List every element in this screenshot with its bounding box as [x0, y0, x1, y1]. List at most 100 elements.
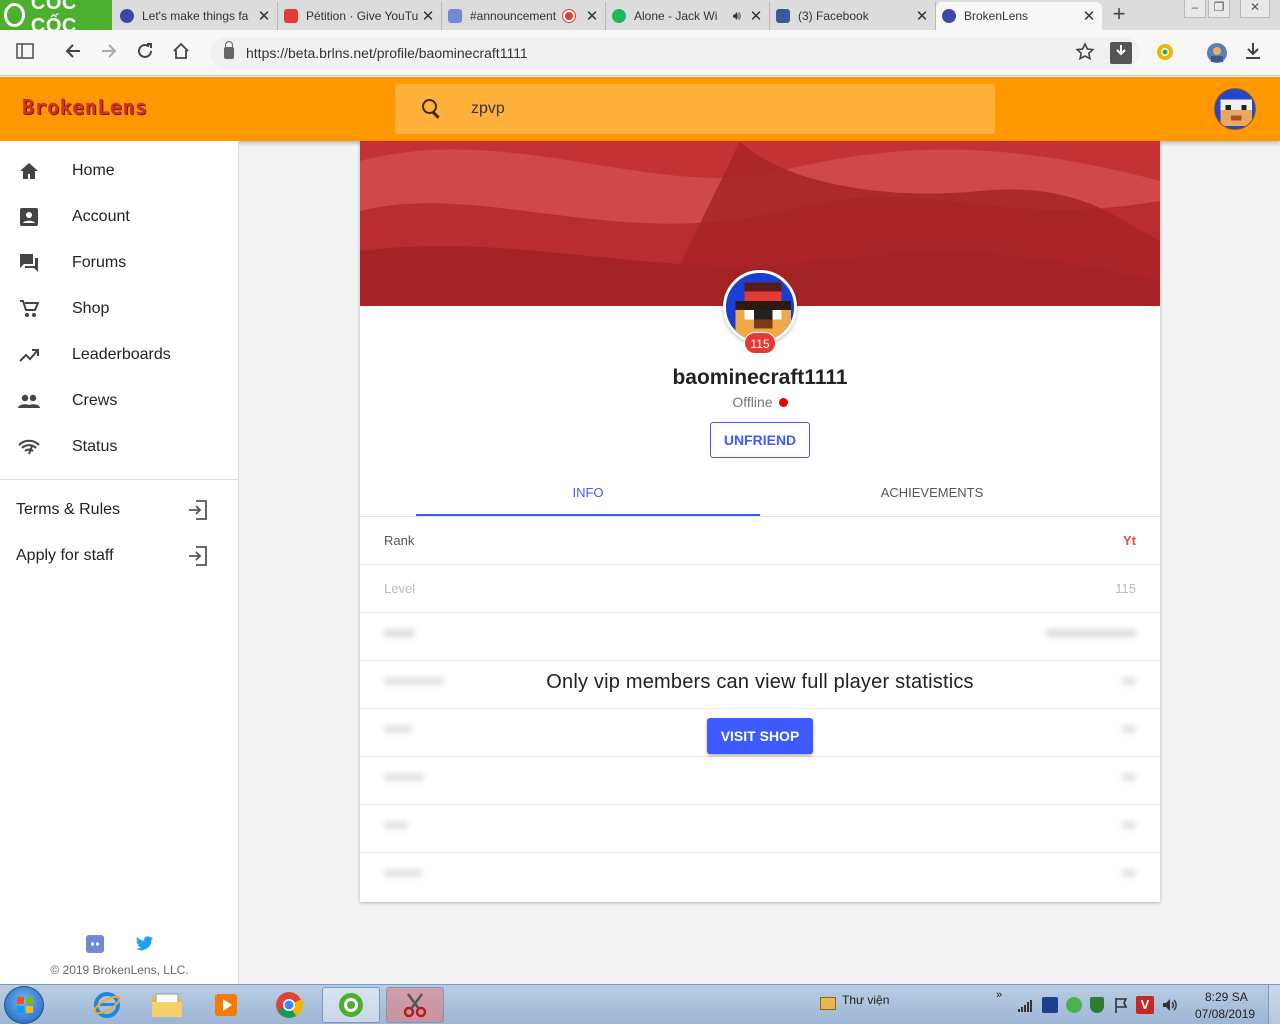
forum-icon	[18, 252, 40, 274]
browser-tab[interactable]: (3) Facebook ✕	[770, 2, 936, 30]
browser-tab[interactable]: Let's make things fa ✕	[114, 2, 278, 30]
status-label: Offline	[732, 394, 773, 410]
browser-brand-tab[interactable]: CỐC CỐC	[0, 0, 112, 37]
minimize-window-icon[interactable]: –	[1184, 0, 1206, 18]
stat-row-hidden	[360, 613, 1160, 661]
media-player-icon[interactable]	[198, 987, 256, 1023]
start-button[interactable]	[4, 986, 44, 1024]
shield-icon[interactable]	[1090, 997, 1104, 1013]
tab-title: BrokenLens	[964, 9, 1029, 23]
sidebar-toggle-icon[interactable]	[14, 42, 36, 64]
tab-achievements[interactable]: ACHIEVEMENTS	[760, 476, 1104, 516]
coccoc-extension-icon[interactable]	[1154, 42, 1176, 64]
tray-app-icon[interactable]	[1042, 997, 1058, 1013]
profile-tabs: INFO ACHIEVEMENTS	[416, 476, 1104, 516]
tab-title: Pétition · Give YouTu	[306, 9, 419, 23]
brokenlens-favicon-icon	[942, 9, 956, 23]
trending-up-icon	[18, 344, 40, 366]
stat-label: Level	[384, 581, 416, 596]
action-center-flag-icon[interactable]	[1114, 997, 1128, 1013]
close-tab-icon[interactable]: ✕	[255, 7, 273, 25]
show-desktop-button[interactable]	[1268, 985, 1280, 1024]
volume-icon[interactable]	[1162, 997, 1178, 1013]
home-browser-icon[interactable]	[170, 42, 192, 64]
sidebar-item-status[interactable]: Status	[0, 424, 239, 470]
internet-explorer-icon[interactable]	[78, 987, 136, 1023]
chrome-icon[interactable]	[260, 987, 318, 1023]
folder-icon	[820, 997, 836, 1010]
close-tab-icon[interactable]: ✕	[747, 7, 765, 25]
tray-expand-icon[interactable]: »	[996, 989, 1002, 1001]
downloads-icon[interactable]	[1242, 42, 1264, 64]
recording-icon	[563, 10, 575, 22]
close-tab-icon[interactable]: ✕	[583, 7, 601, 25]
sidebar-item-leaderboards[interactable]: Leaderboards	[0, 332, 239, 378]
lock-icon	[224, 41, 234, 59]
blurred-value	[1122, 725, 1136, 733]
people-icon	[18, 390, 40, 412]
vip-notice: Only vip members can view full player st…	[546, 671, 974, 693]
sidebar-item-account[interactable]: Account	[0, 194, 239, 240]
apply-staff-link[interactable]: Apply for staff	[16, 541, 208, 571]
close-tab-icon[interactable]: ✕	[1080, 7, 1098, 25]
clock-time[interactable]: 8:29 SA	[1205, 990, 1248, 1004]
browser-tab-active[interactable]: BrokenLens ✕	[936, 2, 1102, 30]
network-icon[interactable]	[1018, 999, 1032, 1012]
user-avatar[interactable]	[1214, 88, 1256, 130]
file-explorer-icon[interactable]	[138, 987, 196, 1023]
sidebar-item-home[interactable]: Home	[0, 148, 239, 194]
discord-icon[interactable]	[86, 935, 104, 953]
site-logo[interactable]: BrokenLens	[22, 95, 147, 119]
social-links	[86, 935, 156, 955]
stat-row-level: Level 115	[360, 565, 1160, 613]
status-dot-icon	[778, 398, 788, 407]
reload-icon[interactable]	[134, 42, 156, 64]
tray-folder-label[interactable]: Thư viện	[842, 993, 889, 1007]
signal-icon	[18, 436, 40, 458]
exit-icon	[189, 546, 207, 566]
coccoc-taskbar-icon[interactable]	[322, 987, 380, 1023]
player-search-box[interactable]	[395, 84, 995, 134]
site-favicon-icon	[120, 9, 134, 23]
restore-window-icon[interactable]: ❐	[1208, 0, 1230, 18]
sidebar-item-crews[interactable]: Crews	[0, 378, 239, 424]
unfriend-button[interactable]: UNFRIEND	[710, 422, 810, 458]
stat-value: Yt	[1123, 533, 1136, 548]
twitter-icon[interactable]	[136, 936, 154, 952]
snipping-tool-icon[interactable]	[386, 987, 444, 1023]
browser-tab[interactable]: #announcement ✕	[442, 2, 606, 30]
terms-rules-link[interactable]: Terms & Rules	[16, 495, 208, 525]
search-input[interactable]	[471, 100, 951, 118]
blurred-label	[384, 629, 414, 637]
blurred-label	[384, 869, 422, 877]
browser-tab[interactable]: Pétition · Give YouTu ✕	[278, 2, 442, 30]
back-icon[interactable]	[62, 42, 84, 64]
tab-info[interactable]: INFO	[416, 476, 760, 516]
speaker-icon[interactable]: 🔊︎	[733, 8, 741, 24]
sidebar-item-forums[interactable]: Forums	[0, 240, 239, 286]
sidebar: Home Account Forums Shop Leaderboards Cr…	[0, 141, 239, 984]
sidebar-item-label: Leaderboards	[72, 346, 171, 363]
windows-taskbar: Thư viện » V 8:29 SA 07/08/2019	[0, 984, 1280, 1024]
bookmark-star-icon[interactable]	[1074, 42, 1096, 64]
profile-avatar-icon[interactable]	[1206, 42, 1228, 64]
visit-shop-button[interactable]: VISIT SHOP	[707, 718, 813, 754]
sidebar-item-shop[interactable]: Shop	[0, 286, 239, 332]
address-bar[interactable]: https://beta.brlns.net/profile/baominecr…	[210, 37, 1140, 69]
tab-title: Let's make things fa	[142, 9, 249, 23]
close-tab-icon[interactable]: ✕	[913, 7, 931, 25]
browser-tab[interactable]: Alone - Jack Wi 🔊︎ ✕	[606, 2, 770, 30]
cart-icon	[18, 298, 40, 320]
clock-date[interactable]: 07/08/2019	[1195, 1007, 1255, 1021]
new-tab-button[interactable]: +	[1108, 3, 1130, 25]
close-window-icon[interactable]: ✕	[1240, 0, 1270, 18]
blurred-value	[1122, 821, 1136, 829]
forward-icon[interactable]	[98, 42, 120, 64]
sync-icon[interactable]	[1066, 997, 1082, 1013]
sidebar-divider	[0, 479, 239, 480]
download-button-icon[interactable]	[1110, 42, 1132, 64]
discord-favicon-icon	[448, 9, 462, 23]
vpn-icon[interactable]: V	[1136, 996, 1154, 1014]
blurred-value	[1122, 869, 1136, 877]
close-tab-icon[interactable]: ✕	[419, 7, 437, 25]
